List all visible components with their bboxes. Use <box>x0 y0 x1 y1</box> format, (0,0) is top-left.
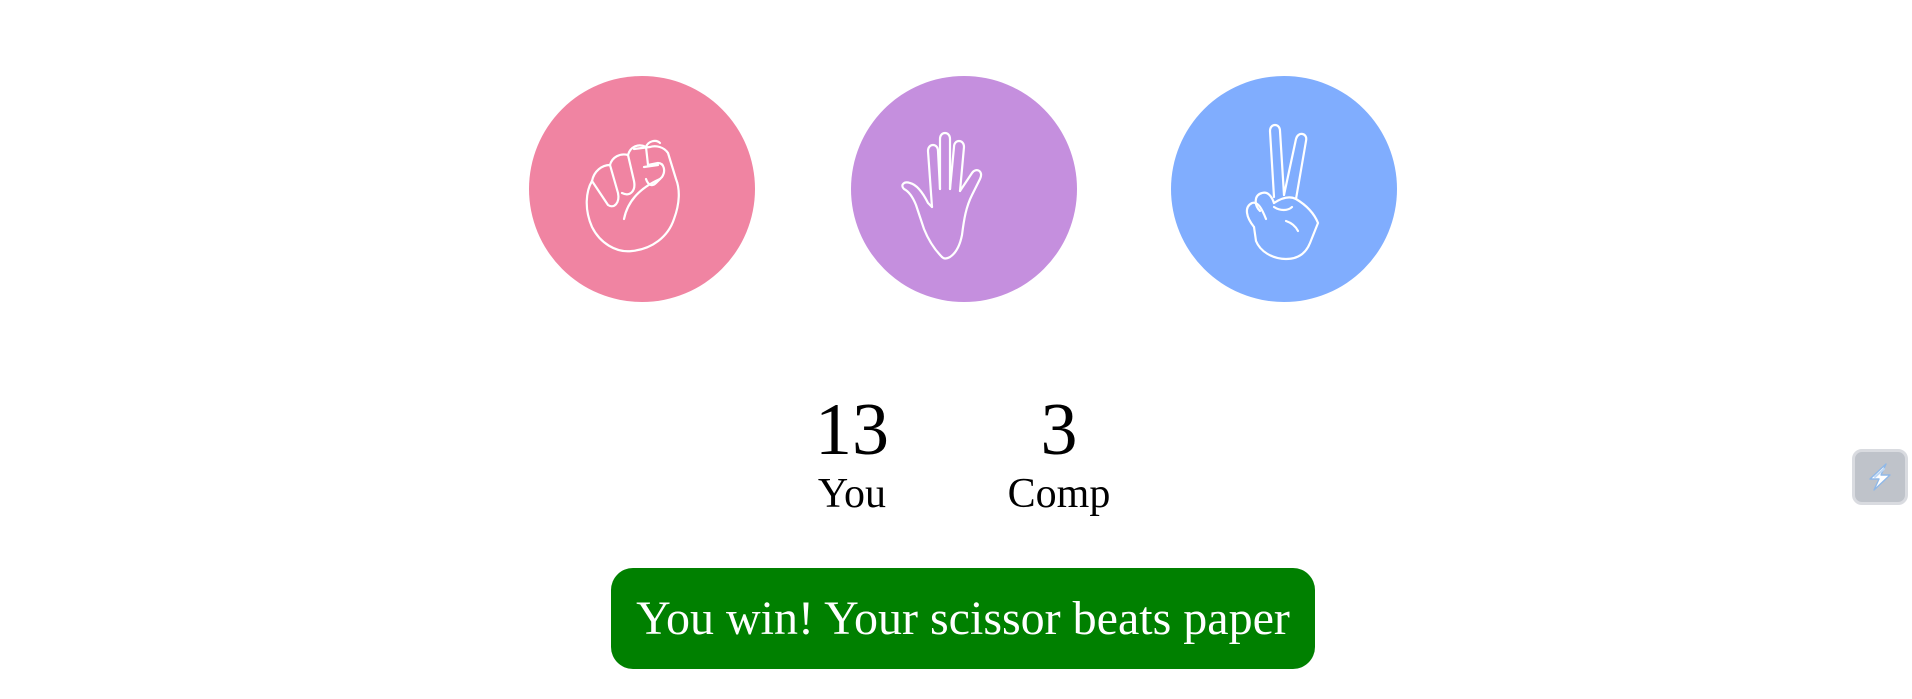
floating-extension-button[interactable] <box>1852 449 1908 505</box>
fist-icon <box>585 139 680 253</box>
computer-score-label: Comp <box>1007 471 1111 517</box>
player-score-label: You <box>817 471 887 517</box>
result-message: You win! Your scissor beats paper <box>611 568 1315 669</box>
paper-choice-button[interactable] <box>851 76 1077 302</box>
open-hand-icon <box>901 131 983 260</box>
victory-hand-icon <box>1245 123 1320 261</box>
scissor-choice-button[interactable] <box>1171 76 1397 302</box>
player-score: 13 You <box>772 390 932 518</box>
rock-choice-button[interactable] <box>529 76 755 302</box>
computer-score: 3 Comp <box>979 390 1139 518</box>
player-score-value: 13 <box>815 389 889 471</box>
game-board: 13 You 3 Comp You win! Your scissor beat… <box>0 0 1912 699</box>
computer-score-value: 3 <box>1040 389 1078 471</box>
lightning-bolt-icon <box>1869 463 1891 491</box>
